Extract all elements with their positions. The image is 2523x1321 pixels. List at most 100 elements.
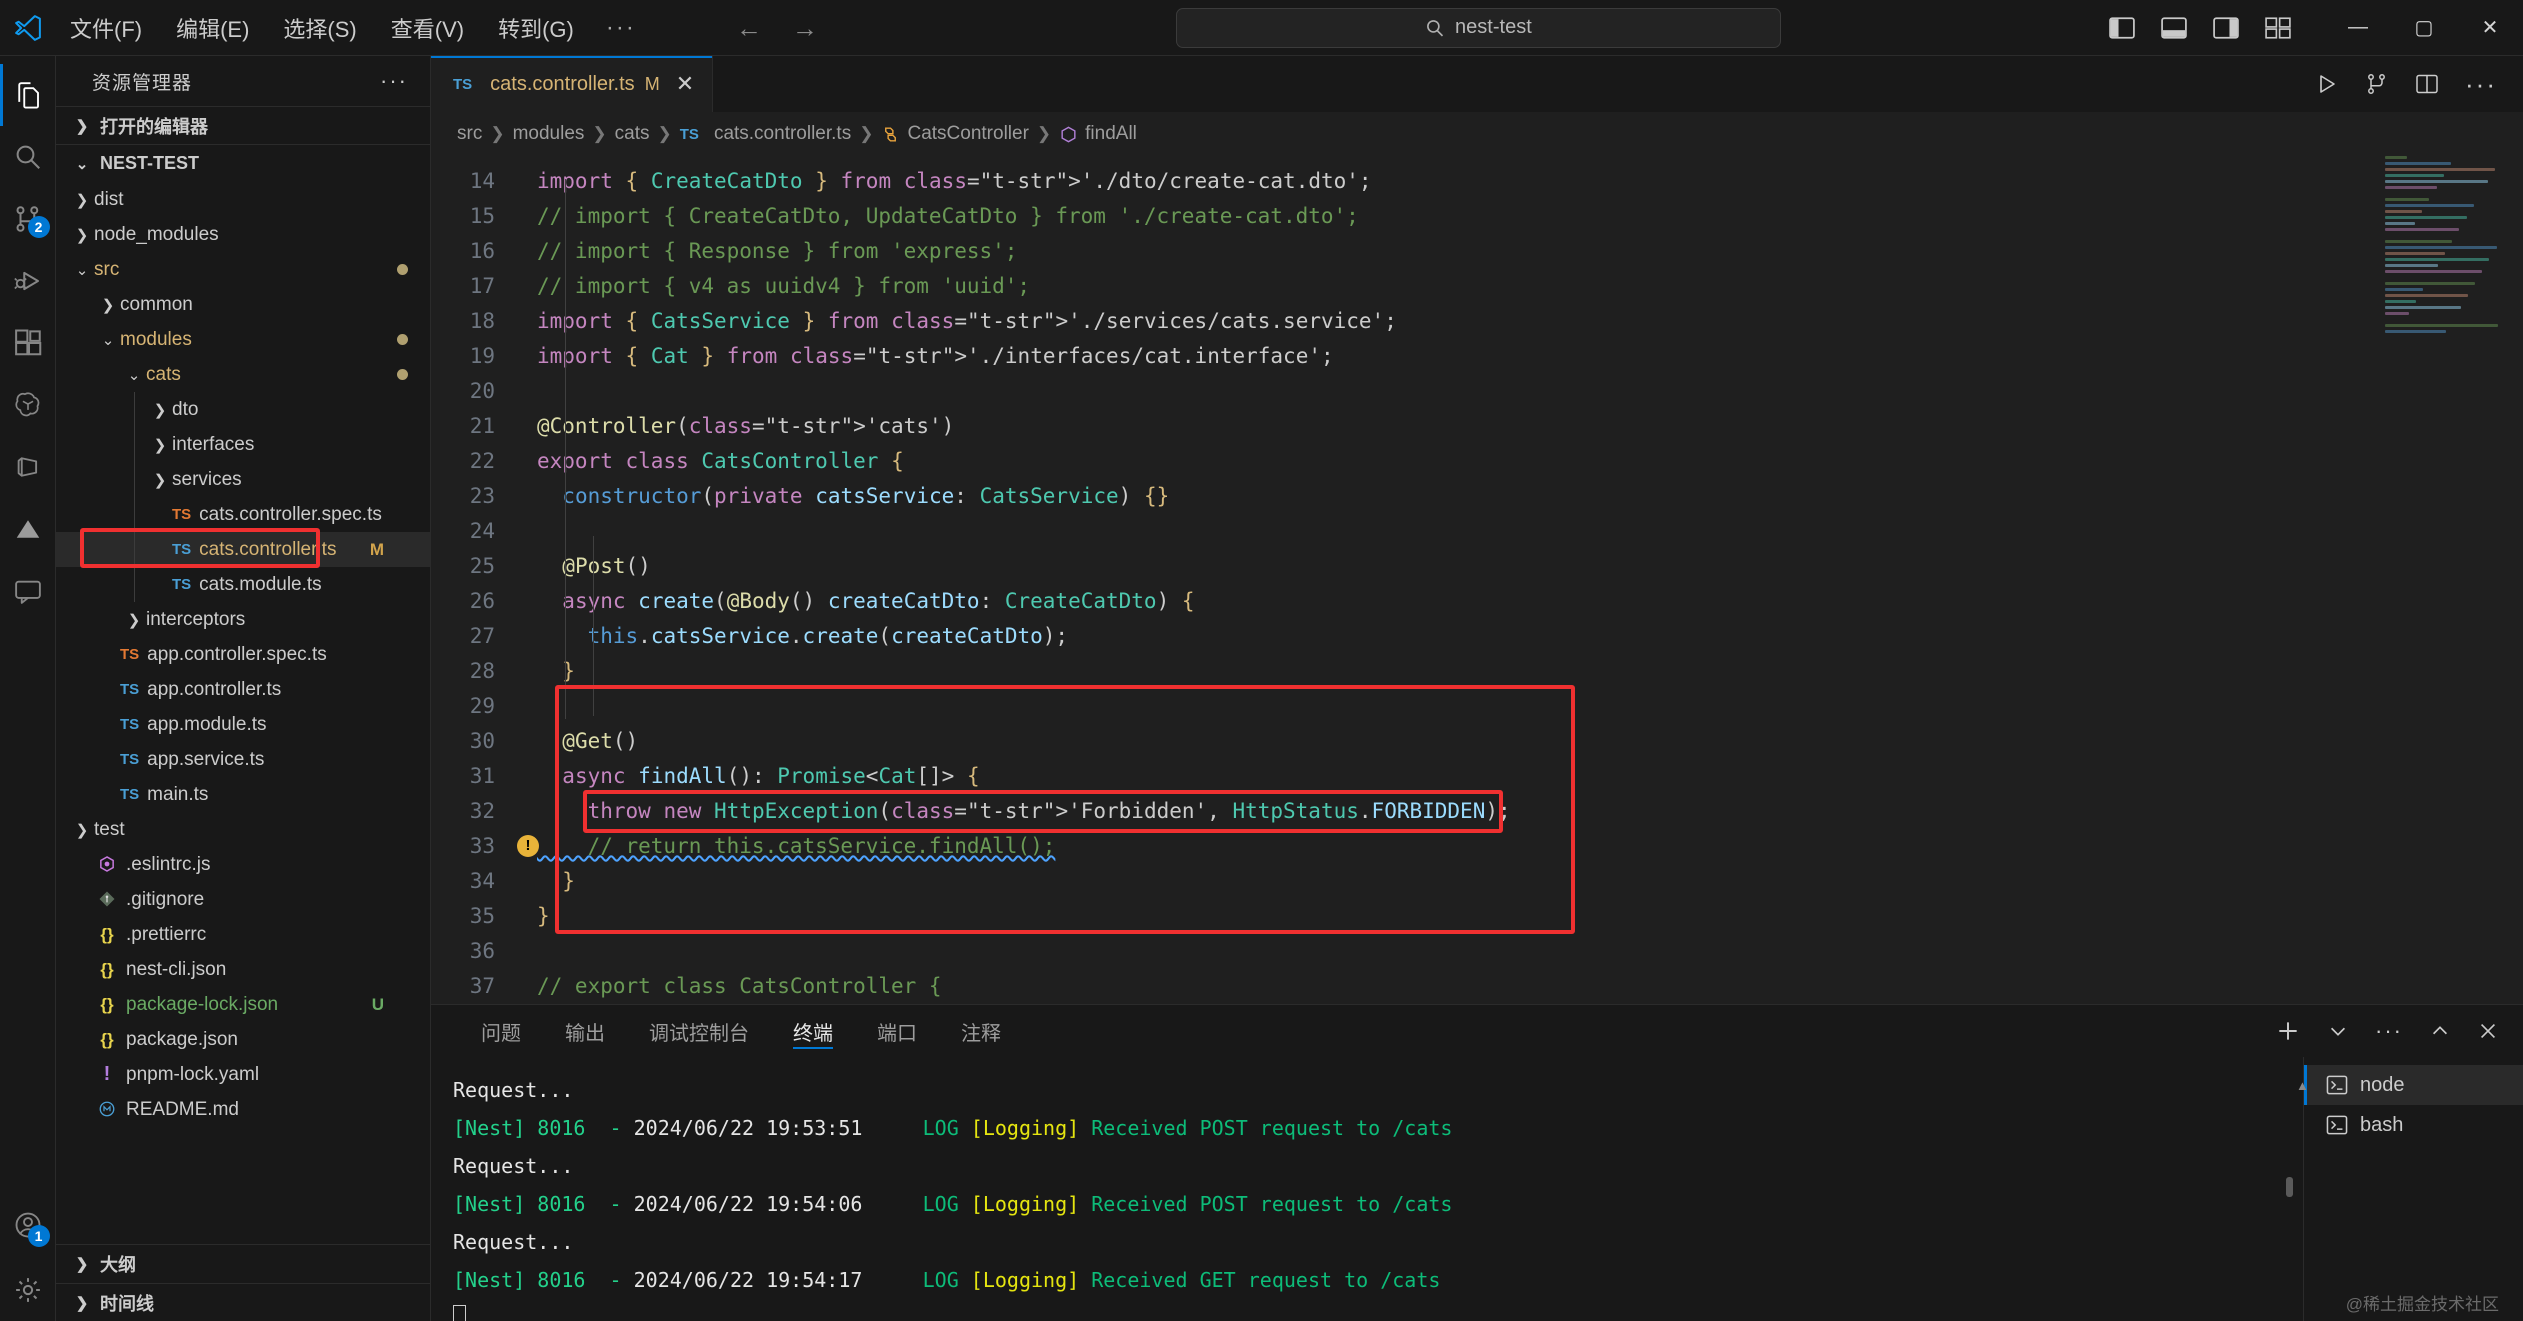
code-line[interactable]: import { Cat } from class="t-str">'./int…	[509, 339, 2523, 374]
tree-file[interactable]: {} .prettierrc	[56, 917, 430, 952]
chevron-right-icon[interactable]: ❯	[122, 611, 146, 629]
code-line[interactable]: @Get()	[509, 724, 2523, 759]
chevron-down-icon[interactable]: ⌄	[122, 366, 146, 384]
tree-folder[interactable]: ❯ dto	[56, 392, 430, 427]
minimap[interactable]	[2385, 156, 2505, 1004]
tree-file[interactable]: README.md	[56, 1092, 430, 1127]
tab-terminal[interactable]: 终端	[771, 1005, 855, 1057]
tab-debug-console[interactable]: 调试控制台	[627, 1005, 771, 1057]
tree-folder[interactable]: ❯ interfaces	[56, 427, 430, 462]
terminal-output[interactable]: Request... [Nest] 8016 - 2024/06/22 19:53…	[431, 1057, 2303, 1321]
chevron-right-icon[interactable]: ❯	[148, 401, 172, 419]
split-editor-icon[interactable]	[2415, 72, 2439, 96]
code-line[interactable]: export class CatsController {	[509, 444, 2523, 479]
tree-file[interactable]: {} package.json	[56, 1022, 430, 1057]
close-button[interactable]: ✕	[2457, 0, 2523, 56]
toggle-panel-icon[interactable]	[2161, 16, 2187, 39]
tree-file[interactable]: TS app.controller.spec.ts	[56, 637, 430, 672]
tree-folder[interactable]: ❯ dist	[56, 182, 430, 217]
code-line[interactable]: import { CatsService } from class="t-str…	[509, 304, 2523, 339]
tree-file[interactable]: .gitignore	[56, 882, 430, 917]
chevron-right-icon[interactable]: ❯	[148, 471, 172, 489]
add-terminal-icon[interactable]	[2275, 1018, 2301, 1044]
tree-folder[interactable]: ⌄ src	[56, 252, 430, 287]
tree-file[interactable]: ! pnpm-lock.yaml	[56, 1057, 430, 1092]
code-line[interactable]: // import { Response } from 'express';	[509, 234, 2523, 269]
file-tree[interactable]: ❯ dist ❯ node_modules ⌄ src ❯ common ⌄ modules ⌄ ca…	[56, 182, 430, 1244]
menu-view[interactable]: 查看(V)	[377, 8, 478, 48]
chevron-right-icon[interactable]: ❯	[96, 296, 120, 314]
open-editors-section[interactable]: ❯ 打开的编辑器	[56, 106, 430, 144]
back-arrow-icon[interactable]: ←	[736, 15, 762, 41]
tab-comments[interactable]: 注释	[939, 1005, 1023, 1057]
terminal-list-item[interactable]: bash	[2304, 1105, 2523, 1145]
split-source-control-icon[interactable]	[2365, 72, 2389, 96]
accounts-button[interactable]: 1	[0, 1197, 56, 1259]
breadcrumb-item[interactable]: CatsController	[881, 123, 1029, 145]
customize-layout-icon[interactable]	[2265, 16, 2291, 39]
code-line[interactable]: // import { CreateCatDto, UpdateCatDto }…	[509, 199, 2523, 234]
maximize-button[interactable]: ▢	[2391, 0, 2457, 56]
tab-close-icon[interactable]: ✕	[676, 71, 694, 97]
code-line[interactable]: import { CreateCatDto } from class="t-st…	[509, 164, 2523, 199]
code-line[interactable]: // export class CatsController {	[509, 969, 2523, 1004]
code-line[interactable]: @Controller(class="t-str">'cats')	[509, 409, 2523, 444]
tree-folder[interactable]: ❯ common	[56, 287, 430, 322]
tree-file[interactable]: TS cats.module.ts	[56, 567, 430, 602]
breadcrumb-item[interactable]: modules	[513, 123, 585, 145]
chevron-down-icon[interactable]	[2327, 1020, 2349, 1042]
tree-folder[interactable]: ❯ interceptors	[56, 602, 430, 637]
chevron-up-icon[interactable]	[2429, 1020, 2451, 1042]
tree-file[interactable]: TS app.service.ts	[56, 742, 430, 777]
chevron-down-icon[interactable]: ⌄	[70, 261, 94, 279]
settings-button[interactable]	[0, 1259, 56, 1321]
sidebar-item-remote-explorer[interactable]	[0, 436, 56, 498]
command-center[interactable]: nest-test	[1175, 7, 1781, 48]
code-line[interactable]: }	[509, 899, 2523, 934]
breadcrumb[interactable]: src ❯ modules ❯ cats ❯ TS cats.controller.ts ❯ Ca…	[431, 112, 2523, 156]
menu-selection[interactable]: 选择(S)	[269, 8, 370, 48]
timeline-section[interactable]: ❯ 时间线	[56, 1283, 430, 1321]
tree-folder[interactable]: ❯ services	[56, 462, 430, 497]
sidebar-item-codegeex[interactable]	[0, 498, 56, 560]
chevron-right-icon[interactable]: ❯	[70, 821, 94, 839]
editor-more-icon[interactable]: ···	[2465, 69, 2497, 100]
code-line[interactable]: }	[509, 654, 2523, 689]
code-line[interactable]	[509, 934, 2523, 969]
code-content[interactable]: import { CreateCatDto } from class="t-st…	[509, 156, 2523, 1004]
chevron-up-icon[interactable]: ▲	[2296, 1078, 2309, 1093]
code-line[interactable]	[509, 689, 2523, 724]
sidebar-item-search[interactable]	[0, 126, 56, 188]
code-line[interactable]: // import { v4 as uuidv4 } from 'uuid';	[509, 269, 2523, 304]
code-line[interactable]	[509, 514, 2523, 549]
code-line[interactable]: @Post()	[509, 549, 2523, 584]
outline-section[interactable]: ❯ 大纲	[56, 1245, 430, 1283]
forward-arrow-icon[interactable]: →	[792, 15, 818, 41]
code-line[interactable]: // return this.catsService.findAll();	[509, 829, 2523, 864]
tab-problems[interactable]: 问题	[459, 1005, 543, 1057]
toggle-primary-sidebar-icon[interactable]	[2109, 16, 2135, 39]
tree-file[interactable]: TS app.module.ts	[56, 707, 430, 742]
sidebar-item-extensions[interactable]	[0, 312, 56, 374]
code-line[interactable]: constructor(private catsService: CatsSer…	[509, 479, 2523, 514]
tree-file[interactable]: TS cats.controller.ts M	[56, 532, 430, 567]
panel-more-icon[interactable]: ···	[2375, 1018, 2403, 1044]
chevron-down-icon[interactable]: ⌄	[96, 331, 120, 349]
terminal-list[interactable]: ▲ node bash	[2296, 1057, 2523, 1321]
code-line[interactable]: async findAll(): Promise<Cat[]> {	[509, 759, 2523, 794]
close-icon[interactable]	[2477, 1020, 2499, 1042]
tree-file[interactable]: TS main.ts	[56, 777, 430, 812]
chevron-right-icon[interactable]: ❯	[70, 191, 94, 209]
code-line[interactable]: async create(@Body() createCatDto: Creat…	[509, 584, 2523, 619]
menu-file[interactable]: 文件(F)	[56, 8, 156, 48]
tree-file[interactable]: {} nest-cli.json	[56, 952, 430, 987]
code-editor[interactable]: 14 15 16 17 18 19 20 21 22 23 24 25 26 27 28 29 30 31 32 33…	[431, 156, 2523, 1004]
sidebar-item-openai[interactable]	[0, 374, 56, 436]
tab-ports[interactable]: 端口	[855, 1005, 939, 1057]
tree-file[interactable]: TS app.controller.ts	[56, 672, 430, 707]
tab-cats-controller[interactable]: TS cats.controller.ts M ✕	[431, 56, 714, 112]
warning-marker-icon[interactable]: !	[517, 835, 539, 857]
chevron-right-icon[interactable]: ❯	[148, 436, 172, 454]
tree-folder[interactable]: ❯ test	[56, 812, 430, 847]
menu-edit[interactable]: 编辑(E)	[162, 8, 263, 48]
